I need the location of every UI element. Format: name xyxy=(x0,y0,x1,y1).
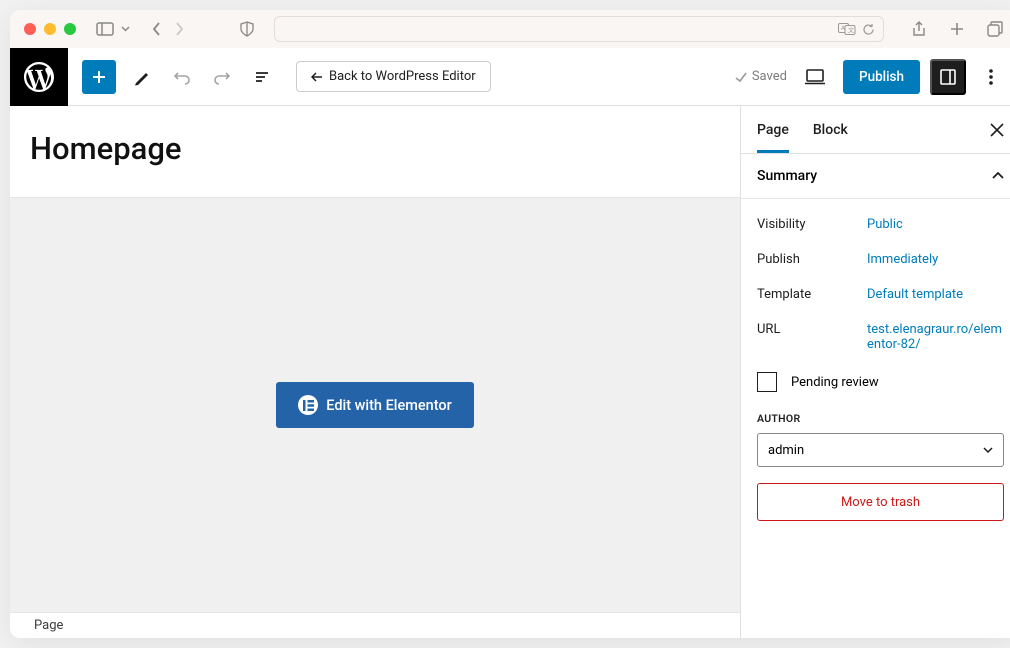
author-field-label: AUTHOR xyxy=(757,412,1004,425)
template-label: Template xyxy=(757,287,867,302)
publish-label: Publish xyxy=(757,252,867,267)
back-to-wordpress-label: Back to WordPress Editor xyxy=(329,69,476,84)
shield-privacy-icon[interactable] xyxy=(236,18,258,40)
trash-label: Move to trash xyxy=(841,495,920,510)
browser-window: A文 xyxy=(10,10,1010,638)
add-block-button[interactable] xyxy=(82,60,116,94)
settings-sidebar-toggle[interactable] xyxy=(930,59,966,95)
visibility-value[interactable]: Public xyxy=(867,217,1004,232)
url-bar-icons: A文 xyxy=(838,23,875,36)
editor-canvas[interactable]: Edit with Elementor xyxy=(10,197,740,612)
new-tab-icon[interactable] xyxy=(946,18,968,40)
sidebar-toggle-button[interactable] xyxy=(94,18,116,40)
browser-chrome: A文 xyxy=(10,10,1010,48)
url-row[interactable]: URL test.elenagraur.ro/elementor-82/ xyxy=(757,312,1004,362)
summary-panel-body: Visibility Public Publish Immediately Te… xyxy=(741,199,1010,537)
pending-review-row[interactable]: Pending review xyxy=(757,362,1004,406)
summary-label: Summary xyxy=(757,168,817,184)
elementor-icon xyxy=(298,395,318,415)
sidebar-menu-button[interactable] xyxy=(118,18,132,40)
title-area[interactable]: Homepage xyxy=(10,106,740,197)
publish-value[interactable]: Immediately xyxy=(867,252,1004,267)
page-title[interactable]: Homepage xyxy=(30,130,720,167)
pending-review-label: Pending review xyxy=(791,375,879,390)
address-bar[interactable]: A文 xyxy=(274,16,884,42)
wordpress-logo[interactable] xyxy=(10,48,68,106)
wordpress-toolbar: Back to WordPress Editor Saved Publish xyxy=(10,48,1010,106)
tabs-icon[interactable] xyxy=(984,18,1006,40)
tab-page[interactable]: Page xyxy=(757,106,789,153)
close-window-button[interactable] xyxy=(24,23,36,35)
maximize-window-button[interactable] xyxy=(64,23,76,35)
translate-icon[interactable]: A文 xyxy=(838,23,856,36)
sidebar-tabs: Page Block xyxy=(741,106,1010,154)
saved-label: Saved xyxy=(752,69,787,84)
url-label: URL xyxy=(757,322,867,352)
reload-icon[interactable] xyxy=(862,23,875,36)
saved-indicator: Saved xyxy=(734,69,787,84)
redo-button[interactable] xyxy=(204,59,240,95)
back-button[interactable] xyxy=(146,18,168,40)
svg-text:A: A xyxy=(841,25,845,32)
svg-text:文: 文 xyxy=(848,26,854,34)
tab-block[interactable]: Block xyxy=(813,106,848,153)
publish-label: Publish xyxy=(859,69,904,85)
visibility-row[interactable]: Visibility Public xyxy=(757,207,1004,242)
editor-body: Homepage Edit with Elementor Page Page B… xyxy=(10,106,1010,638)
editor-column: Homepage Edit with Elementor Page xyxy=(10,106,740,638)
back-to-wordpress-button[interactable]: Back to WordPress Editor xyxy=(296,61,491,92)
visibility-label: Visibility xyxy=(757,217,867,232)
publish-button[interactable]: Publish xyxy=(843,60,920,94)
edit-mode-button[interactable] xyxy=(124,59,160,95)
undo-button[interactable] xyxy=(164,59,200,95)
elementor-label: Edit with Elementor xyxy=(326,397,451,414)
close-sidebar-button[interactable] xyxy=(990,123,1004,137)
template-row[interactable]: Template Default template xyxy=(757,277,1004,312)
publish-row[interactable]: Publish Immediately xyxy=(757,242,1004,277)
url-value[interactable]: test.elenagraur.ro/elementor-82/ xyxy=(867,322,1004,352)
more-options-button[interactable] xyxy=(976,59,1006,95)
template-value[interactable]: Default template xyxy=(867,287,1004,302)
pending-review-checkbox[interactable] xyxy=(757,372,777,392)
forward-button[interactable] xyxy=(168,18,190,40)
minimize-window-button[interactable] xyxy=(44,23,56,35)
summary-panel-header[interactable]: Summary xyxy=(741,154,1010,199)
breadcrumb[interactable]: Page xyxy=(10,612,740,638)
document-overview-button[interactable] xyxy=(244,59,280,95)
chevron-up-icon xyxy=(992,172,1004,180)
move-to-trash-button[interactable]: Move to trash xyxy=(757,483,1004,521)
preview-device-button[interactable] xyxy=(797,59,833,95)
author-value: admin xyxy=(768,443,804,458)
chevron-down-icon xyxy=(983,447,993,453)
edit-with-elementor-button[interactable]: Edit with Elementor xyxy=(276,382,473,428)
author-select[interactable]: admin xyxy=(757,433,1004,467)
traffic-lights xyxy=(24,23,76,35)
share-icon[interactable] xyxy=(908,18,930,40)
settings-sidebar: Page Block Summary Visibility Public Pub… xyxy=(740,106,1010,638)
breadcrumb-label: Page xyxy=(34,618,63,633)
